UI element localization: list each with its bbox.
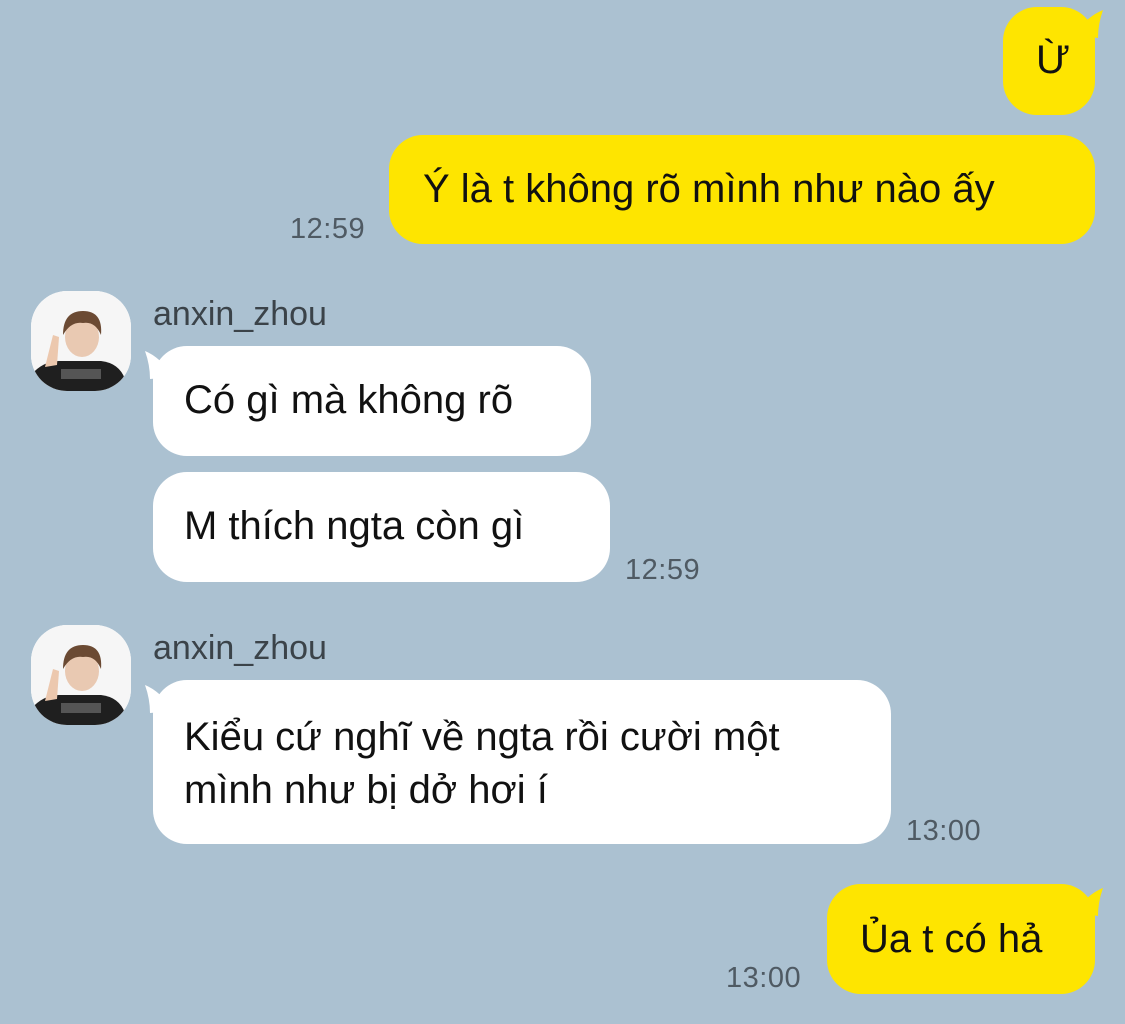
message-time: 13:00 [726, 962, 802, 994]
message-text-line: mình như bị dở hơi í [184, 768, 548, 812]
message-text: Ừ [1036, 38, 1071, 82]
message-text-line: Kiểu cứ nghĩ về ngta rồi cười một [184, 715, 780, 759]
message-text: Ý là t không rõ mình như nào ấy [423, 167, 995, 211]
message-bubble-mine[interactable]: Ủa t có hả [827, 884, 1095, 994]
message-text: M thích ngta còn gì [184, 504, 525, 548]
message-text: Có gì mà không rõ [184, 378, 514, 422]
sender-name: anxin_zhou [153, 629, 327, 667]
message-time: 12:59 [625, 554, 701, 586]
message-text: Ủa t có hả [860, 917, 1043, 961]
sender-name: anxin_zhou [153, 295, 327, 333]
message-bubble-mine[interactable]: Ý là t không rõ mình như nào ấy [389, 135, 1095, 244]
contact-avatar[interactable] [31, 291, 131, 391]
message-time: 12:59 [290, 213, 366, 245]
message-time: 13:00 [906, 815, 982, 847]
avatar-photo-icon [31, 625, 131, 725]
message-bubble-theirs[interactable]: M thích ngta còn gì [153, 472, 610, 582]
message-bubble-theirs[interactable]: Có gì mà không rõ [153, 346, 591, 456]
contact-avatar[interactable] [31, 625, 131, 725]
message-bubble-theirs[interactable]: Kiểu cứ nghĩ về ngta rồi cười một mình n… [153, 680, 891, 844]
avatar-photo-icon [31, 291, 131, 391]
message-bubble-mine[interactable]: Ừ [1003, 7, 1095, 115]
